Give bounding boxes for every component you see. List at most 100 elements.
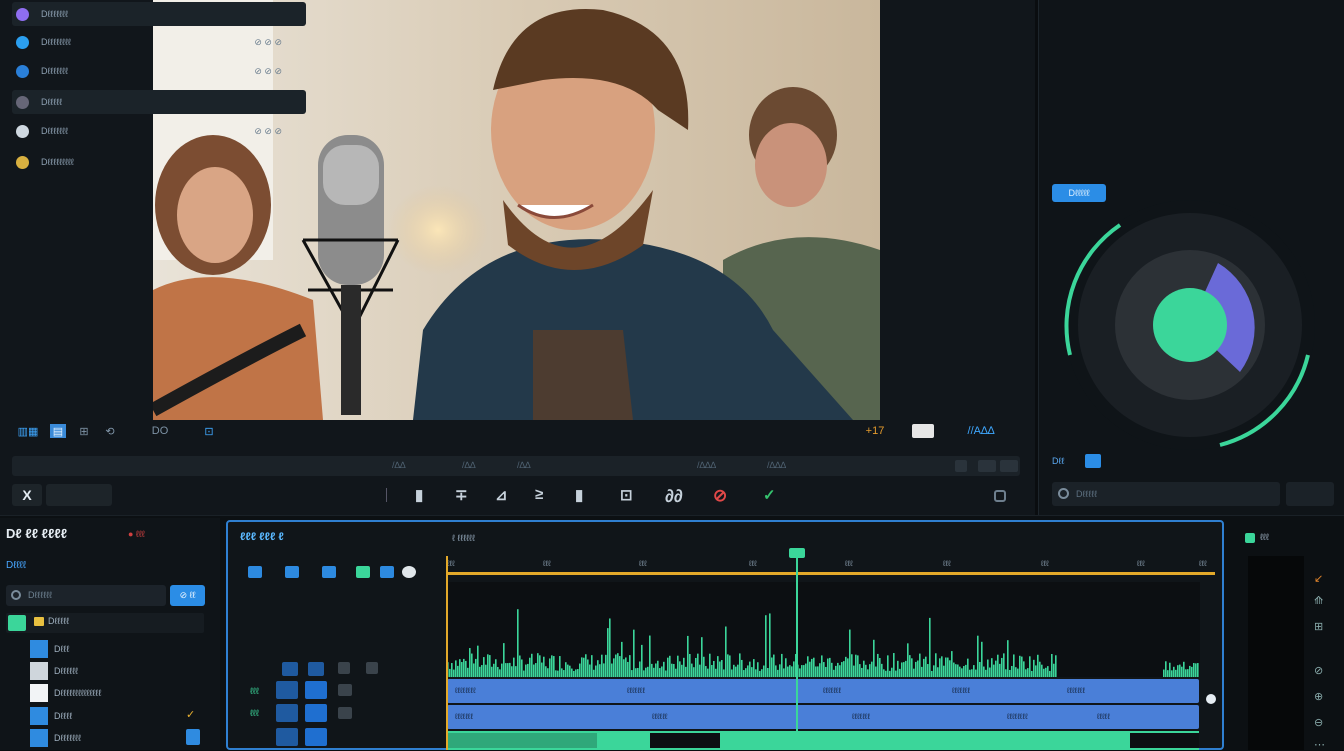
- grid-icon[interactable]: ▤: [50, 424, 66, 438]
- view-options[interactable]: //A∆∆: [945, 424, 1017, 438]
- track-control-icon[interactable]: [248, 566, 262, 578]
- layout-icon[interactable]: ▥▦: [10, 424, 46, 438]
- waveform-bar: [947, 657, 949, 677]
- audio-meter-dial[interactable]: [1050, 200, 1330, 460]
- scrub-bar[interactable]: /∆∆ /∆∆ /∆∆ /∆∆∆ /∆∆∆: [12, 456, 1020, 476]
- list-item[interactable]: Dℓℓℓℓℓℓℓ: [30, 728, 180, 748]
- waveform-bar: [693, 667, 695, 677]
- waveform-bar: [1187, 669, 1189, 677]
- track-control-icon[interactable]: [380, 566, 394, 578]
- record-icon[interactable]: ⊘: [713, 486, 727, 506]
- inspector-row[interactable]: Dℓℓℓℓℓℓℓℓℓ: [12, 150, 306, 174]
- waveform-bar: [503, 643, 505, 677]
- import-icon[interactable]: [186, 729, 200, 745]
- track-control-icon[interactable]: [322, 566, 336, 578]
- timeline-ruler[interactable]: ℓℓℓ ℓℓℓ ℓℓℓ ℓℓℓ ℓℓℓ ℓℓℓ ℓℓℓ ℓℓℓ ℓℓℓ: [447, 556, 1217, 580]
- waveform-bar: [741, 659, 743, 677]
- waveform-bar: [581, 657, 583, 677]
- more-icon[interactable]: ⋯: [1314, 738, 1325, 751]
- work-area-bar[interactable]: [447, 572, 1215, 575]
- play-icon[interactable]: [356, 566, 370, 578]
- media-search-button[interactable]: ⊘ ℓℓ: [170, 585, 205, 606]
- eye-icon[interactable]: [366, 662, 378, 674]
- snap-icon[interactable]: [402, 566, 416, 578]
- inspector-search-input[interactable]: Dℓℓℓℓℓ: [1052, 482, 1280, 506]
- clip-label: ℓℓℓℓℓℓℓ: [823, 686, 842, 695]
- expand-icon[interactable]: [1000, 460, 1018, 472]
- waveform-bar: [1041, 664, 1043, 677]
- track-mute-toggle[interactable]: [276, 704, 298, 722]
- solo-toggle[interactable]: [308, 662, 324, 676]
- mute-toggle[interactable]: [282, 662, 298, 676]
- tool-dropdown[interactable]: [46, 484, 112, 506]
- marker-icon[interactable]: ↙: [1314, 572, 1323, 585]
- ripple-icon[interactable]: ⊕: [1314, 690, 1323, 703]
- lock-icon[interactable]: [338, 662, 350, 674]
- track-mute-toggle[interactable]: [276, 728, 298, 746]
- list-item[interactable]: Dℓℓℓℓℓℓ: [30, 661, 180, 681]
- clip-tool-icon[interactable]: ▮: [575, 486, 583, 504]
- waveform-bar: [551, 655, 553, 677]
- split-tool-icon[interactable]: ∓: [455, 486, 468, 504]
- track-lock-icon[interactable]: [338, 707, 352, 719]
- list-item[interactable]: Dℓℓℓℓℓℓℓℓℓℓℓℓℓℓ: [30, 683, 180, 703]
- split-icon[interactable]: ⊞: [76, 424, 92, 438]
- waveform-bar: [529, 657, 531, 677]
- inspector-row[interactable]: Dℓℓℓℓℓ: [12, 90, 306, 114]
- zoom-in-icon[interactable]: [955, 460, 967, 472]
- inspector-row[interactable]: Dℓℓℓℓℓℓℓ ⊘ ⊘ ⊘: [12, 59, 306, 83]
- video-track[interactable]: ℓℓℓℓℓℓℓ ℓℓℓℓℓℓ ℓℓℓℓℓℓℓ ℓℓℓℓℓℓℓℓ ℓℓℓℓℓ: [447, 705, 1199, 729]
- waveform-bar: [565, 662, 567, 677]
- grid-icon[interactable]: ⊞: [1314, 620, 1323, 633]
- split-view-icon[interactable]: [978, 460, 996, 472]
- dial-toggle[interactable]: [1085, 454, 1101, 468]
- caption-tool-icon[interactable]: ⊡: [620, 486, 633, 504]
- inspector-row[interactable]: Dℓℓℓℓℓℓℓℓ ⊘ ⊘ ⊘: [12, 30, 306, 54]
- waveform-bar: [901, 662, 903, 677]
- clip-label: ℓℓℓℓℓℓ: [652, 712, 668, 721]
- check-icon[interactable]: ✓: [763, 486, 776, 504]
- trim-icon[interactable]: ⟰: [1314, 594, 1323, 607]
- video-track[interactable]: ℓℓℓℓℓℓℓℓ ℓℓℓℓℓℓℓ ℓℓℓℓℓℓℓ ℓℓℓℓℓℓℓ ℓℓℓℓℓℓℓ: [447, 679, 1199, 703]
- fullscreen-icon[interactable]: ⊡: [200, 424, 218, 438]
- playhead[interactable]: [796, 550, 798, 750]
- settings-icon[interactable]: [994, 490, 1006, 502]
- inspector-row[interactable]: Dℓℓℓℓℓℓℓ ⊘ ⊘ ⊘: [12, 119, 306, 143]
- audio-waveform-track[interactable]: [447, 582, 1200, 677]
- track-end-handle[interactable]: [1206, 694, 1216, 704]
- track-lock-icon[interactable]: [338, 684, 352, 696]
- waveform-bar: [623, 659, 625, 677]
- speed-tool-icon[interactable]: ≥: [535, 486, 543, 503]
- cut-icon[interactable]: ⊘: [1314, 664, 1323, 677]
- audio-clip[interactable]: [447, 733, 597, 748]
- audio-tool-icon[interactable]: ∂∂: [665, 486, 683, 507]
- inspector-row[interactable]: Dℓℓℓℓℓℓℓ: [12, 2, 306, 26]
- list-item[interactable]: Dℓℓℓ: [30, 639, 180, 659]
- aspect-icon[interactable]: [912, 424, 934, 438]
- media-tab[interactable]: Dℓℓℓℓ: [6, 560, 26, 571]
- waveform-bar: [855, 654, 857, 677]
- trim-tool-icon[interactable]: ▮: [415, 486, 423, 504]
- in-point-marker[interactable]: [446, 556, 448, 750]
- loop-icon[interactable]: ⟲: [100, 424, 120, 438]
- favorite-icon[interactable]: ✓: [186, 708, 195, 721]
- folder-toggle[interactable]: [8, 615, 26, 631]
- track-solo-toggle[interactable]: [305, 681, 327, 699]
- waveform-bar: [861, 667, 863, 677]
- track-solo-toggle[interactable]: [305, 704, 327, 722]
- playback-controls[interactable]: DO: [130, 424, 190, 438]
- waveform-bar: [955, 664, 957, 677]
- color-dot-icon: [16, 64, 29, 78]
- crop-tool-icon[interactable]: ⊿: [495, 486, 508, 504]
- media-search-input[interactable]: Dℓℓℓℓℓℓ: [6, 585, 166, 606]
- track-control-icon[interactable]: [285, 566, 299, 578]
- track-mute-toggle[interactable]: [276, 681, 298, 699]
- close-tool-button[interactable]: X: [12, 484, 42, 506]
- waveform-bar: [481, 665, 483, 677]
- waveform-bar: [597, 660, 599, 677]
- marker-count[interactable]: +17: [850, 424, 900, 438]
- track-solo-toggle[interactable]: [305, 728, 327, 746]
- zoom-icon[interactable]: ⊖: [1314, 716, 1323, 729]
- inspector-action-button[interactable]: [1286, 482, 1334, 506]
- list-item[interactable]: Dℓℓℓℓ: [30, 706, 180, 726]
